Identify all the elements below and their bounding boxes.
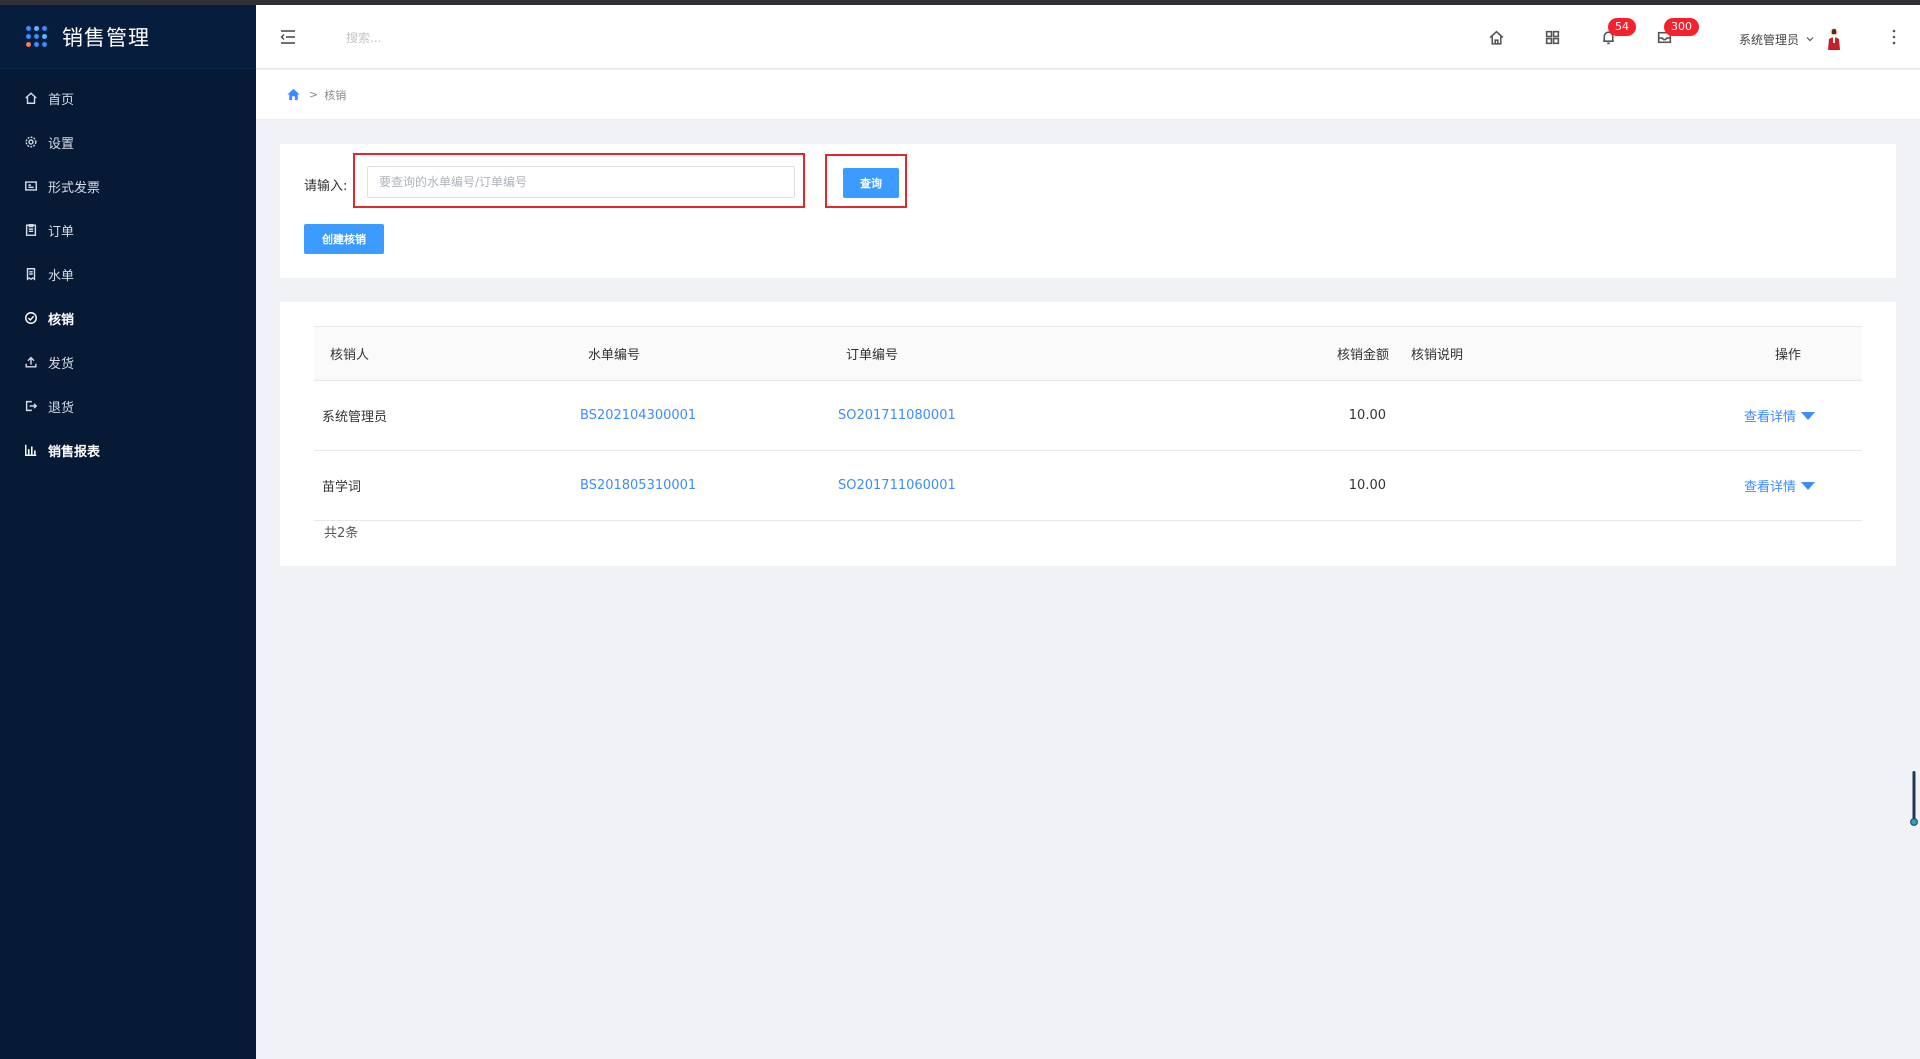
- table-panel: 核销人 水单编号 订单编号 核销金额 核销说明 操作 系统管理员 BS20210…: [280, 302, 1896, 566]
- sidebar-item-label: 核销: [48, 312, 75, 328]
- table-row: 系统管理员 BS202104300001 SO201711080001 10.0…: [314, 381, 1862, 451]
- cell-amount: 10.00: [1348, 478, 1386, 493]
- sidebar-item-proforma-invoice[interactable]: 形式发票: [0, 164, 256, 208]
- receipt-link[interactable]: BS201805310001: [580, 451, 696, 520]
- sidebar-item-label: 退货: [48, 400, 75, 416]
- clipboard-icon: [24, 223, 38, 237]
- logout-icon: [24, 399, 38, 413]
- view-details-label: 查看详情: [1744, 480, 1797, 495]
- sidebar-item-orders[interactable]: 订单: [0, 208, 256, 252]
- breadcrumb-separator: >: [309, 88, 319, 101]
- apps-icon[interactable]: [1542, 27, 1562, 47]
- chevron-down-icon: [1806, 37, 1814, 42]
- cell-person: 系统管理员: [322, 410, 388, 425]
- column-header-action: 操作: [1775, 348, 1802, 363]
- message-badge: 300: [1664, 18, 1699, 36]
- cell-person: 苗学词: [322, 480, 362, 495]
- search-input[interactable]: [346, 25, 586, 51]
- breadcrumb-current: 核销: [324, 88, 347, 102]
- query-label: 请输入:: [304, 179, 348, 194]
- sidebar-item-label: 发货: [48, 356, 75, 372]
- cell-amount: 10.00: [1348, 408, 1386, 423]
- column-header-person: 核销人: [330, 348, 370, 363]
- notification-bell[interactable]: 54: [1598, 18, 1636, 47]
- upload-icon: [24, 355, 38, 369]
- notification-badge: 54: [1608, 18, 1636, 36]
- invoice-icon: [24, 179, 38, 193]
- user-menu[interactable]: 系统管理员: [1739, 27, 1843, 51]
- total-count: 共2条: [324, 526, 359, 541]
- brand-title: 销售管理: [62, 25, 150, 50]
- search-button[interactable]: 查询: [843, 168, 899, 198]
- sidebar-item-settings[interactable]: 设置: [0, 120, 256, 164]
- view-details-label: 查看详情: [1744, 410, 1797, 425]
- view-details-dropdown[interactable]: 查看详情: [1744, 451, 1816, 520]
- sidebar-item-shipping[interactable]: 发货: [0, 340, 256, 384]
- writeoff-table: 核销人 水单编号 订单编号 核销金额 核销说明 操作 系统管理员 BS20210…: [314, 326, 1862, 521]
- column-header-order-no: 订单编号: [846, 348, 899, 363]
- query-panel: 请输入: 查询 创建核销: [280, 144, 1896, 278]
- sidebar-item-receipts[interactable]: 水单: [0, 252, 256, 296]
- order-link[interactable]: SO201711080001: [838, 381, 956, 450]
- table-header: 核销人 水单编号 订单编号 核销金额 核销说明 操作: [314, 326, 1862, 381]
- caret-down-icon: [1801, 411, 1816, 420]
- apps-grid-icon: [26, 25, 48, 48]
- sidebar-item-label: 销售报表: [48, 444, 101, 460]
- scroll-handle[interactable]: [1910, 771, 1918, 827]
- sidebar-item-label: 水单: [48, 268, 75, 284]
- caret-down-icon: [1801, 481, 1816, 490]
- home-icon[interactable]: [1486, 27, 1506, 47]
- more-vertical-icon[interactable]: [1886, 27, 1902, 47]
- receipt-link[interactable]: BS202104300001: [580, 381, 696, 450]
- message-box[interactable]: 300: [1654, 18, 1699, 47]
- sidebar-item-home[interactable]: 首页: [0, 76, 256, 120]
- sidebar-item-label: 设置: [48, 136, 75, 152]
- avatar: [1828, 28, 1841, 50]
- sidebar-item-sales-report[interactable]: 销售报表: [0, 428, 256, 472]
- home-icon: [24, 91, 38, 105]
- table-row: 苗学词 BS201805310001 SO201711060001 10.00 …: [314, 451, 1862, 521]
- column-header-receipt-no: 水单编号: [588, 348, 641, 363]
- sidebar-item-label: 首页: [48, 92, 75, 108]
- sidebar-menu: 首页 设置 形式发票 订单 水单 核销 发货 退货 销售报表: [0, 69, 256, 472]
- query-input[interactable]: [367, 166, 795, 198]
- home-icon[interactable]: [286, 87, 301, 102]
- create-writeoff-button[interactable]: 创建核销: [304, 224, 384, 254]
- order-link[interactable]: SO201711060001: [838, 451, 956, 520]
- menu-fold-icon[interactable]: [278, 27, 298, 47]
- bar-chart-icon: [24, 443, 38, 457]
- sidebar-item-label: 订单: [48, 224, 75, 240]
- sidebar-item-label: 形式发票: [48, 180, 101, 196]
- receipt-icon: [24, 267, 38, 281]
- view-details-dropdown[interactable]: 查看详情: [1744, 381, 1816, 450]
- brand[interactable]: 销售管理: [0, 5, 256, 69]
- gear-icon: [24, 135, 38, 149]
- top-header: 54 300 系统管理员: [256, 5, 1920, 69]
- check-circle-icon: [24, 311, 38, 325]
- sidebar-item-returns[interactable]: 退货: [0, 384, 256, 428]
- column-header-amount: 核销金额: [1336, 348, 1389, 363]
- sidebar: 销售管理 首页 设置 形式发票 订单 水单 核销 发货 退货 销售报表: [0, 5, 256, 1059]
- username: 系统管理员: [1739, 32, 1800, 47]
- column-header-note: 核销说明: [1411, 348, 1464, 363]
- breadcrumb: > 核销: [256, 70, 1920, 120]
- sidebar-item-writeoff[interactable]: 核销: [0, 296, 256, 340]
